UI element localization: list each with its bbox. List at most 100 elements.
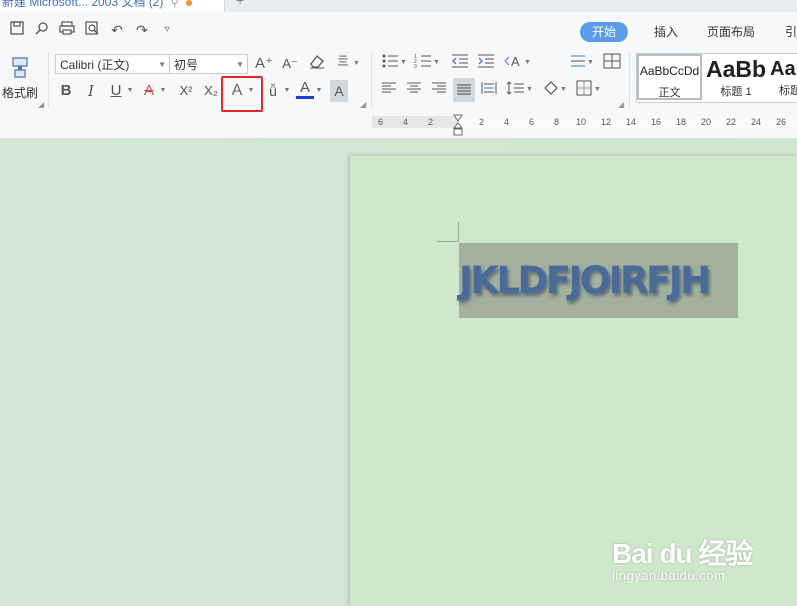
font-size-value: 初号 bbox=[174, 58, 199, 72]
char-shading-button[interactable]: A bbox=[330, 80, 348, 102]
grow-font-button[interactable]: A⁺ bbox=[254, 53, 274, 75]
bullets-icon[interactable]: ▼ bbox=[380, 53, 408, 75]
style-normal-sample: AaBbCcDd bbox=[639, 64, 700, 78]
ruler-tick: 4 bbox=[403, 117, 409, 127]
document-tab[interactable]: 新建 Microsoft... 2003 文档 (2) ⚲ bbox=[0, 0, 225, 12]
group-separator bbox=[629, 52, 630, 108]
print-icon[interactable] bbox=[58, 21, 76, 39]
pin-icon[interactable]: ⚲ bbox=[171, 0, 179, 9]
phonetic-dropdown-icon[interactable]: ▼ bbox=[282, 80, 292, 102]
increase-indent-icon[interactable] bbox=[476, 53, 496, 75]
ruler-tick: 6 bbox=[378, 117, 384, 127]
text-effect-highlight-box bbox=[221, 76, 263, 112]
chevron-down-icon: ▼ bbox=[158, 60, 166, 69]
horizontal-ruler[interactable]: 6 4 2 2 4 6 8 10 12 14 16 18 20 22 24 26 bbox=[372, 116, 797, 128]
font-size-select[interactable]: 初号 ▼ bbox=[169, 54, 248, 74]
svg-text:▼: ▼ bbox=[526, 86, 532, 93]
style-heading[interactable]: AaB 标题 bbox=[770, 54, 797, 100]
redo-icon[interactable]: ↷ bbox=[133, 21, 151, 39]
format-painter-button[interactable]: 格式刷 bbox=[0, 82, 40, 104]
align-left-icon[interactable] bbox=[380, 80, 398, 102]
style-gallery: AaBbCcDd 正文 AaBb 标题 1 AaB 标题 bbox=[636, 53, 797, 103]
strikethrough-button[interactable]: A bbox=[140, 80, 158, 102]
distributed-align-icon[interactable] bbox=[480, 80, 498, 102]
ruler-tick: 2 bbox=[479, 117, 485, 127]
underline-dropdown-icon[interactable]: ▼ bbox=[125, 80, 135, 102]
phonetic-guide-button[interactable]: ǚ bbox=[264, 80, 282, 102]
tab-insert[interactable]: 插入 bbox=[654, 22, 678, 42]
group-separator bbox=[48, 52, 49, 108]
strikethrough-dropdown-icon[interactable]: ▼ bbox=[158, 80, 168, 102]
line-spacing-format-icon[interactable]: 亖 ▼ bbox=[334, 53, 364, 75]
text-direction-icon[interactable]: A ▼ bbox=[502, 53, 532, 75]
tab-home[interactable]: 开始 bbox=[580, 22, 629, 42]
svg-text:▼: ▼ bbox=[587, 59, 594, 66]
svg-text:▼: ▼ bbox=[560, 86, 567, 93]
font-name-value: Calibri (正文) bbox=[60, 58, 130, 72]
shading-icon[interactable]: ▼ bbox=[541, 80, 569, 102]
quick-access-bar: ↶ ↷ ▿ 开始 插入 页面布局 引 bbox=[0, 12, 797, 48]
indent-marker-icon[interactable] bbox=[452, 114, 464, 136]
ruler-tick: 6 bbox=[529, 117, 535, 127]
font-name-select[interactable]: Calibri (正文) ▼ bbox=[55, 54, 170, 74]
svg-text:▼: ▼ bbox=[400, 59, 407, 66]
subscript-button[interactable]: X₂ bbox=[200, 80, 222, 102]
clipboard-launcher-icon[interactable]: ◢ bbox=[38, 100, 44, 109]
borders-icon[interactable]: ▼ bbox=[575, 80, 603, 102]
font-launcher-icon[interactable]: ◢ bbox=[360, 100, 366, 109]
style-heading-sample: AaB bbox=[770, 58, 797, 80]
ruler-tick: 14 bbox=[626, 117, 637, 127]
save-icon[interactable] bbox=[8, 21, 26, 39]
style-heading-name: 标题 bbox=[779, 85, 797, 97]
customize-dropdown-icon[interactable]: ▿ bbox=[158, 21, 176, 39]
tab-references[interactable]: 引 bbox=[785, 22, 797, 42]
undo-icon[interactable]: ↶ bbox=[108, 21, 126, 39]
format-painter-icon[interactable] bbox=[6, 55, 34, 81]
ruler-tick: 2 bbox=[428, 117, 434, 127]
align-right-icon[interactable] bbox=[430, 80, 448, 102]
watermark-url: jingyan.baidu.com bbox=[612, 568, 726, 583]
unsaved-dot-icon bbox=[186, 0, 193, 6]
justify-icon[interactable] bbox=[453, 78, 475, 102]
chevron-down-icon: ▼ bbox=[236, 60, 244, 69]
italic-button[interactable]: I bbox=[82, 80, 100, 102]
style-heading-1-sample: AaBb bbox=[705, 56, 767, 82]
show-hide-marks-icon[interactable] bbox=[602, 53, 622, 75]
font-color-dropdown-icon[interactable]: ▼ bbox=[314, 80, 324, 102]
svg-text:A: A bbox=[511, 54, 520, 69]
watermark-logo: Bai du 经验 bbox=[612, 538, 753, 569]
svg-text:亖: 亖 bbox=[337, 54, 349, 68]
paragraph-launcher-icon[interactable]: ◢ bbox=[618, 100, 624, 109]
tab-page-layout[interactable]: 页面布局 bbox=[707, 22, 755, 42]
new-tab-button[interactable]: + bbox=[236, 0, 244, 8]
style-heading-1-name: 标题 1 bbox=[720, 86, 752, 98]
style-normal[interactable]: AaBbCcDd 正文 bbox=[637, 54, 702, 100]
clear-format-icon[interactable] bbox=[306, 53, 328, 75]
group-separator bbox=[371, 52, 372, 108]
find-icon[interactable] bbox=[33, 21, 51, 39]
print-preview-icon[interactable] bbox=[83, 21, 101, 39]
page-corner-mark bbox=[437, 241, 458, 242]
line-spacing-icon[interactable]: ▼ bbox=[505, 80, 533, 102]
ruler-tick: 18 bbox=[676, 117, 687, 127]
superscript-button[interactable]: X² bbox=[175, 80, 197, 102]
svg-text:▼: ▼ bbox=[353, 60, 360, 67]
title-strip: 新建 Microsoft... 2003 文档 (2) ⚲ + bbox=[0, 0, 797, 12]
watermark: Bai du 经验 jingyan.baidu.com bbox=[612, 522, 792, 592]
ruler-tick: 22 bbox=[726, 117, 737, 127]
shrink-font-button[interactable]: A⁻ bbox=[280, 53, 300, 75]
style-heading-1[interactable]: AaBb 标题 1 bbox=[704, 54, 768, 100]
paragraph-spacing-icon[interactable]: ▼ bbox=[568, 53, 596, 75]
svg-text:▼: ▼ bbox=[594, 86, 601, 93]
decrease-indent-icon[interactable] bbox=[450, 53, 470, 75]
svg-text:3: 3 bbox=[414, 64, 417, 69]
align-center-icon[interactable] bbox=[405, 80, 423, 102]
ruler-tick: 8 bbox=[554, 117, 560, 127]
numbering-icon[interactable]: 1 2 3 ▼ bbox=[413, 53, 441, 75]
font-color-button[interactable]: A bbox=[296, 78, 314, 99]
document-text[interactable]: JKLDFJOIRFJH bbox=[459, 254, 738, 308]
svg-text:▼: ▼ bbox=[433, 59, 440, 66]
underline-button[interactable]: U bbox=[107, 80, 125, 102]
bold-button[interactable]: B bbox=[57, 80, 75, 102]
ruler-tick: 20 bbox=[701, 117, 712, 127]
